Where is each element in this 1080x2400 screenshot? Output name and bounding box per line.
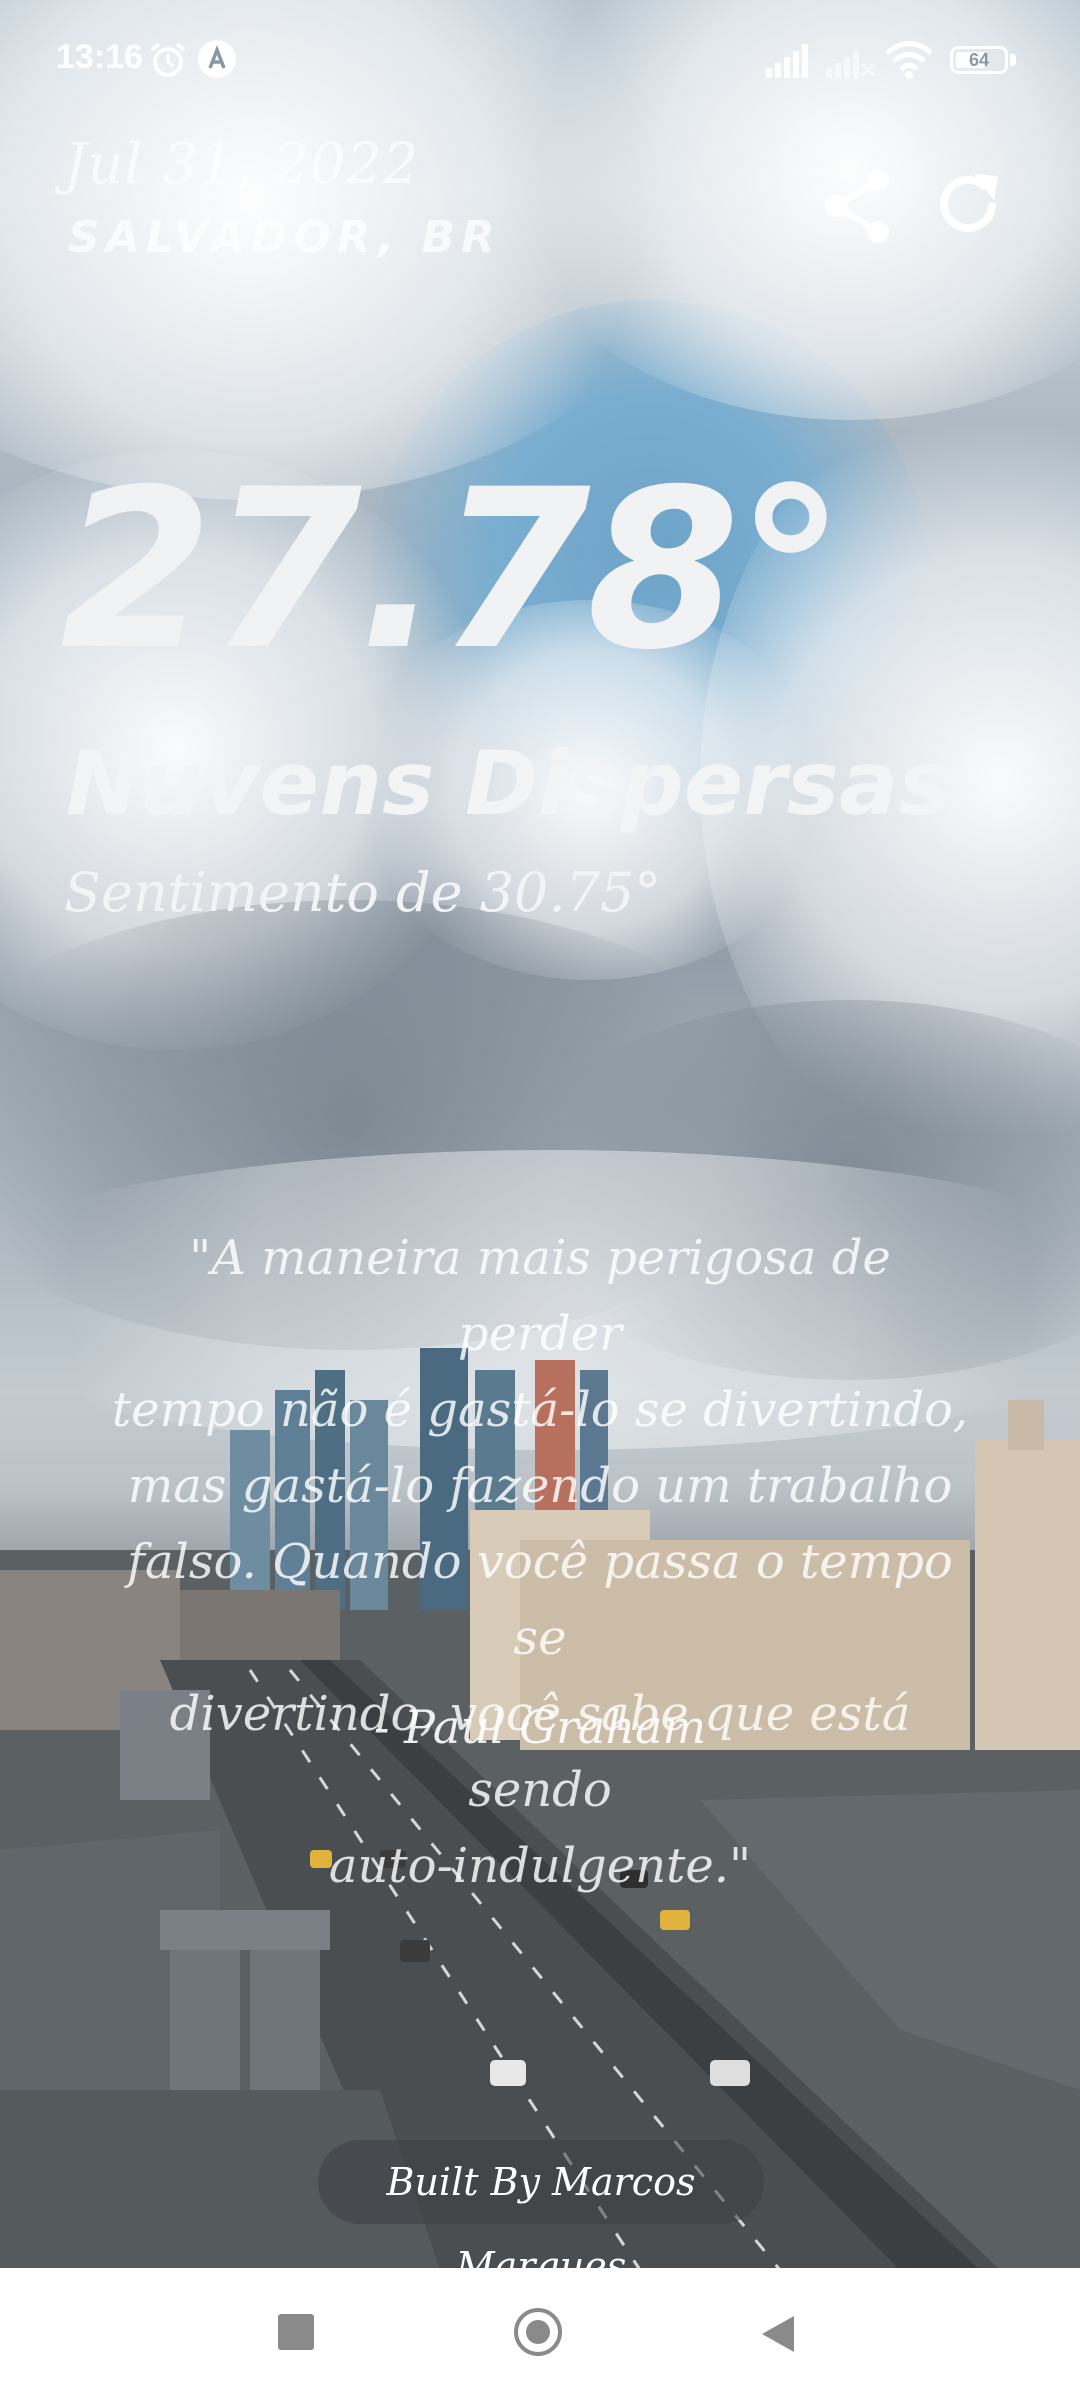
share-icon[interactable] <box>822 168 894 244</box>
back-icon[interactable] <box>760 2314 796 2354</box>
quote-author: - Paul Graham <box>373 1700 707 1754</box>
quote-line: "A maneira mais perigosa de perder <box>189 1230 891 1362</box>
wifi-icon <box>885 41 933 79</box>
battery-icon: 64 <box>950 46 1008 74</box>
home-icon[interactable] <box>514 2308 562 2356</box>
location-label: SALVADOR, BR <box>68 212 501 263</box>
signal-off-icon <box>826 51 876 78</box>
weather-screen: 13:16 64 Jul 31, 2022 SALVADOR, BR 27.78… <box>0 0 1080 2400</box>
feels-like-label: Sentimento de 30.75° <box>64 861 662 924</box>
status-time: 13:16 <box>56 38 143 76</box>
refresh-icon[interactable] <box>934 170 1004 240</box>
status-bar: 13:16 64 <box>0 0 1080 120</box>
quote-line: mas gastá-lo fazendo um trabalho <box>127 1458 953 1514</box>
date-label: Jul 31, 2022 <box>64 132 420 197</box>
quote-line: falso. Quando você passa o tempo se <box>127 1534 953 1666</box>
battery-nub <box>1010 54 1016 66</box>
credit-badge: Built By Marcos Marques <box>318 2140 764 2288</box>
quote-line: tempo não é gastá-lo se divertindo, <box>111 1382 969 1438</box>
weather-description: Nuvens Dispersas <box>66 732 951 835</box>
alarm-icon <box>150 42 186 77</box>
quote-line: auto-indulgente." <box>328 1838 752 1894</box>
signal-icon <box>766 44 808 78</box>
account-icon <box>198 40 236 78</box>
quote-text: "A maneira mais perigosa de perder tempo… <box>100 1220 980 1904</box>
recents-icon[interactable] <box>278 2314 314 2350</box>
battery-level: 64 <box>968 50 990 70</box>
navigation-bar <box>0 2268 1080 2400</box>
temperature-value: 27.78° <box>60 442 846 698</box>
